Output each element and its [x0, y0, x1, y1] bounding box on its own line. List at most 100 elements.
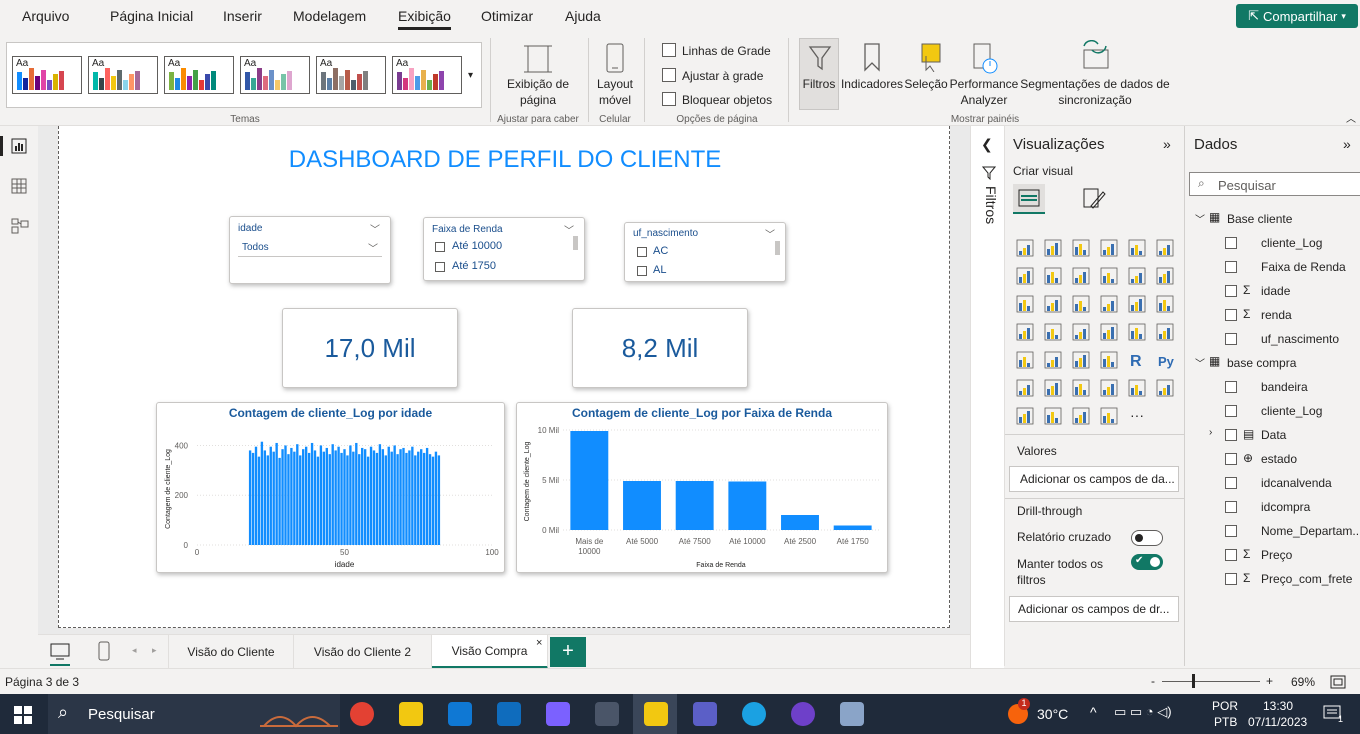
bar[interactable]: [422, 452, 426, 545]
bar[interactable]: [411, 446, 414, 545]
clustered-column-icon[interactable]: [1099, 238, 1119, 258]
ribbon-chart-icon[interactable]: [1155, 266, 1175, 286]
desktop-view-icon[interactable]: [50, 643, 70, 661]
100-bar-icon[interactable]: [1127, 238, 1147, 258]
bar[interactable]: [434, 451, 438, 545]
format-visual-icon[interactable]: [1081, 186, 1107, 212]
slicer-checkbox[interactable]: [637, 247, 647, 257]
stacked-area-icon[interactable]: [1071, 266, 1091, 286]
gallery-expand-icon[interactable]: ▾: [468, 70, 473, 81]
menu-ajuda[interactable]: Ajuda: [565, 8, 601, 24]
field-row[interactable]: Nome_Departam...: [1185, 520, 1360, 544]
bar[interactable]: [272, 451, 275, 545]
bar[interactable]: [728, 481, 767, 531]
selection-pane-button[interactable]: Seleção: [904, 76, 948, 92]
collapse-left-icon[interactable]: ❮: [981, 136, 993, 153]
field-row[interactable]: bandeira: [1185, 376, 1360, 400]
field-checkbox[interactable]: [1225, 405, 1237, 417]
bar[interactable]: [381, 449, 385, 545]
bar[interactable]: [319, 445, 323, 545]
scrollbar[interactable]: [573, 236, 578, 250]
bar[interactable]: [366, 456, 370, 545]
bar[interactable]: [284, 445, 287, 545]
taskbar-search[interactable]: ⌕ Pesquisar: [48, 694, 340, 734]
bar[interactable]: [337, 446, 340, 545]
r-visual-icon[interactable]: R: [1127, 350, 1147, 370]
slicer-item[interactable]: AC: [653, 245, 668, 257]
bar[interactable]: [310, 442, 314, 545]
field-checkbox[interactable]: [1225, 501, 1237, 513]
field-row[interactable]: › ▤ Data: [1185, 424, 1360, 448]
bar[interactable]: [378, 444, 382, 545]
chevron-down-icon[interactable]: ﹀: [1195, 211, 1205, 226]
field-checkbox[interactable]: [1225, 477, 1237, 489]
bar[interactable]: [420, 449, 423, 545]
key-influencers-icon[interactable]: [1015, 378, 1035, 398]
chevron-down-icon[interactable]: ﹀: [370, 221, 380, 236]
theme-swatch-6[interactable]: Aa: [392, 56, 462, 94]
bar[interactable]: [408, 450, 411, 545]
bar[interactable]: [313, 450, 317, 545]
field-checkbox[interactable]: [1225, 453, 1237, 465]
bar[interactable]: [437, 455, 441, 545]
bar[interactable]: [417, 451, 420, 545]
bar[interactable]: [304, 446, 308, 545]
snap-grid-checkbox[interactable]: [662, 68, 676, 82]
report-view-icon[interactable]: [11, 138, 27, 154]
decomposition-tree-icon[interactable]: [1043, 378, 1063, 398]
table-view-icon[interactable]: [11, 178, 27, 194]
bar[interactable]: [425, 447, 429, 545]
keep-filters-toggle[interactable]: ✔: [1131, 554, 1163, 570]
stacked-column-icon[interactable]: [1043, 238, 1063, 258]
clock-date[interactable]: 07/11/2023: [1248, 715, 1307, 729]
edge-icon[interactable]: [742, 702, 766, 726]
bar[interactable]: [402, 447, 405, 545]
chevron-icon[interactable]: [1099, 406, 1119, 426]
field-checkbox[interactable]: [1225, 549, 1237, 561]
bar[interactable]: [263, 450, 267, 545]
multirow-card-icon[interactable]: [1155, 322, 1175, 342]
app-icon[interactable]: [693, 702, 717, 726]
bar[interactable]: [358, 454, 361, 545]
field-checkbox[interactable]: [1225, 285, 1237, 297]
bar[interactable]: [316, 456, 320, 545]
collapse-ribbon-icon[interactable]: ︿: [1346, 110, 1356, 125]
bar[interactable]: [328, 454, 331, 545]
bar[interactable]: [278, 457, 281, 545]
chrome-icon[interactable]: [350, 702, 374, 726]
donut-icon[interactable]: [1127, 294, 1147, 314]
scrollbar[interactable]: [775, 241, 780, 255]
close-icon[interactable]: ×: [536, 637, 542, 649]
page-tab-visao-cliente-2[interactable]: Visão do Cliente 2: [294, 635, 432, 669]
power-apps-icon[interactable]: [1015, 406, 1035, 426]
zoom-out-button[interactable]: -: [1151, 674, 1155, 688]
bar[interactable]: [334, 450, 337, 545]
bar[interactable]: [833, 525, 872, 531]
data-search-input[interactable]: ⌕ Pesquisar: [1189, 172, 1360, 196]
bar[interactable]: [266, 455, 269, 545]
table-row[interactable]: ﹀ ▦ Base cliente: [1185, 208, 1360, 232]
filled-map-icon[interactable]: [1043, 322, 1063, 342]
menu-arquivo[interactable]: Arquivo: [22, 8, 69, 24]
field-checkbox[interactable]: [1225, 573, 1237, 585]
field-row[interactable]: ⊕ estado: [1185, 448, 1360, 472]
powerbi-icon[interactable]: [644, 702, 668, 726]
drillthrough-drop-zone[interactable]: Adicionar os campos de dr...: [1009, 596, 1179, 622]
mail-icon[interactable]: [497, 702, 521, 726]
bar[interactable]: [428, 454, 432, 545]
power-automate-icon[interactable]: [1043, 406, 1063, 426]
bar[interactable]: [431, 456, 435, 545]
page-tab-visao-compra[interactable]: Visão Compra ×: [432, 635, 548, 669]
bar[interactable]: [570, 431, 609, 530]
bar[interactable]: [375, 452, 379, 545]
gauge-icon[interactable]: [1099, 322, 1119, 342]
field-row[interactable]: cliente_Log: [1185, 232, 1360, 256]
expand-right-icon[interactable]: »: [1343, 136, 1351, 152]
build-visual-tab[interactable]: [1013, 184, 1045, 214]
card-icon[interactable]: [1127, 322, 1147, 342]
tray-chevron-icon[interactable]: ^: [1090, 704, 1097, 720]
filters-pane-title[interactable]: Filtros: [977, 186, 999, 246]
slicer-item[interactable]: Até 1750: [452, 260, 496, 272]
bar[interactable]: [405, 452, 408, 545]
menu-exibicao[interactable]: Exibição: [398, 8, 451, 30]
